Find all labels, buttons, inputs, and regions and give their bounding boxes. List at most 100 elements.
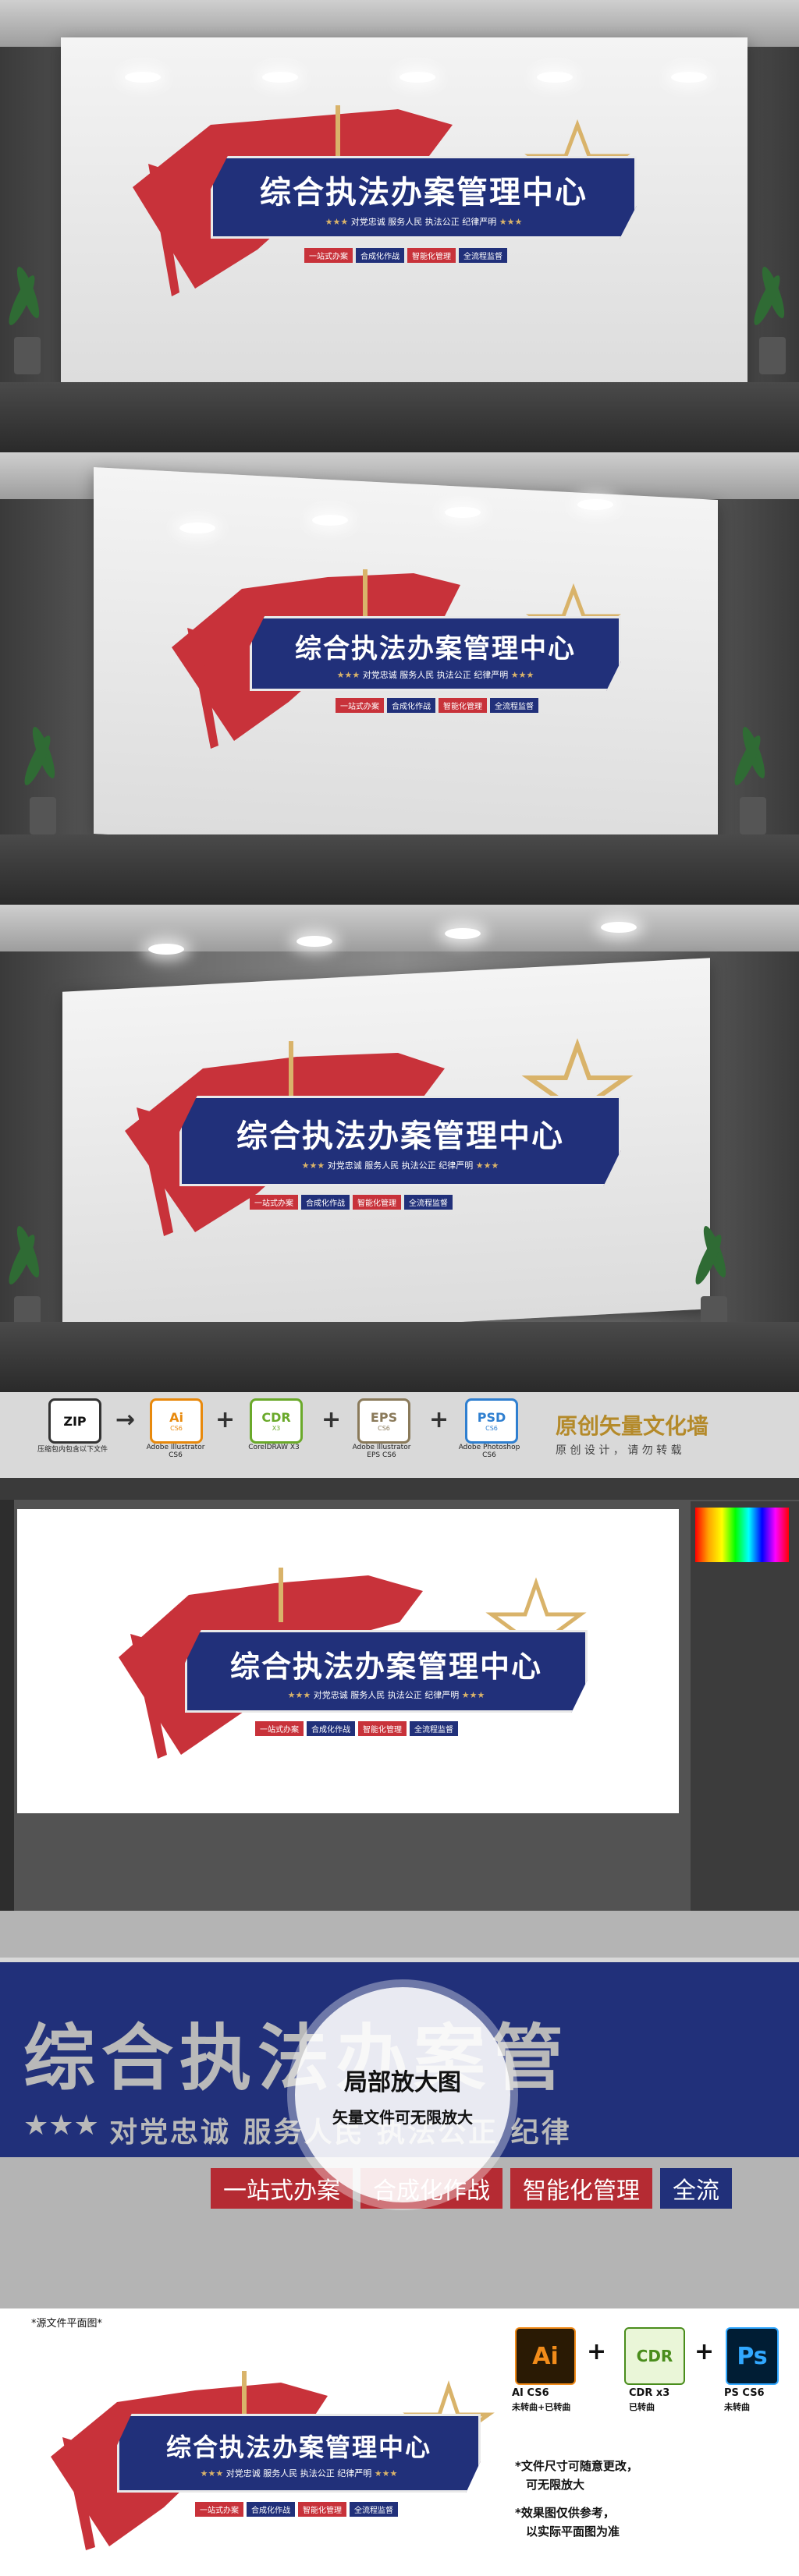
culture-wall-sign: 综合执法办案管理中心 ★★★ 对党忠诚 服务人民 执法公正 纪律严明 ★★★ 一…	[95, 1556, 610, 1766]
tag: 一站式办案	[195, 2502, 243, 2517]
potted-plant	[0, 264, 55, 374]
callout-subtitle: 矢量文件可无限放大	[332, 2107, 473, 2127]
spotlight	[179, 523, 215, 533]
sign-board: 综合执法办案管理中心 ★★★ 对党忠诚 服务人民 执法公正 纪律严明 ★★★	[179, 1096, 621, 1186]
sign-title: 综合执法办案管理中心	[165, 2432, 431, 2462]
ps-icon: Ps	[726, 2327, 779, 2385]
plus-icon: +	[429, 1406, 449, 1433]
tag: 合成化作战	[387, 698, 435, 713]
showroom-scene-1: 综合执法办案管理中心 ★★★ 对党忠诚 服务人民 执法公正 纪律严明 ★★★ 一…	[0, 0, 799, 452]
plus-icon: +	[321, 1406, 342, 1433]
tag: 智能化管理	[407, 248, 456, 263]
brand-title: 原创矢量文化墙	[556, 1413, 709, 1439]
spotlight	[262, 72, 298, 83]
sign-motto: ★★★ 对党忠诚 服务人民 执法公正 纪律严明 ★★★	[301, 1160, 499, 1171]
tag: 全流程监督	[490, 698, 538, 713]
sign-tags: 一站式办案 合成化作战 智能化管理 全流程监督	[195, 2502, 398, 2517]
sign-motto: ★★★ 对党忠诚 服务人民 执法公正 纪律严明 ★★★	[336, 669, 534, 680]
spotlight	[148, 944, 184, 955]
floor	[0, 1322, 799, 1392]
eps-icon: EPS CS6	[357, 1398, 410, 1444]
tag: 全流	[660, 2168, 732, 2209]
tag: 全流程监督	[404, 1195, 453, 1210]
spotlight	[577, 499, 613, 510]
ceiling	[0, 905, 799, 951]
tag: 全流程监督	[350, 2502, 398, 2517]
sign-motto: ★★★ 对党忠诚 服务人民 执法公正 纪律严明 ★★★	[287, 1689, 485, 1700]
tag: 智能化管理	[510, 2168, 652, 2209]
tag: 合成化作战	[301, 1195, 350, 1210]
sign-tags: 一站式办案 合成化作战 智能化管理 全流程监督	[250, 1195, 453, 1210]
psd-caption: Adobe Photoshop CS6	[458, 1444, 520, 1459]
floor	[0, 382, 799, 452]
cdr-caption: CorelDRAW X3	[248, 1444, 300, 1451]
sign-tags: 一站式办案 合成化作战 智能化管理 全流程监督	[255, 1721, 458, 1736]
tag: 智能化管理	[298, 2502, 346, 2517]
menu-bar	[0, 1478, 799, 1500]
cdr-icon: CDR	[624, 2327, 685, 2385]
tag: 合成化作战	[307, 1721, 355, 1736]
sign-board: 综合执法办案管理中心 ★★★ 对党忠诚 服务人民 执法公正 纪律严明 ★★★	[250, 616, 621, 691]
size-note: *文件尺寸可随意更改， 可无限放大	[515, 2459, 638, 2492]
tag: 一站式办案	[336, 698, 384, 713]
plus-icon: +	[587, 2338, 607, 2365]
spotlight	[445, 928, 481, 939]
ai-icon: Ai	[515, 2327, 576, 2385]
culture-wall-sign: 综合执法办案管理中心 ★★★ 对党忠诚 服务人民 执法公正 纪律严明 ★★★ 一…	[31, 2363, 499, 2558]
culture-wall-sign: 综合执法办案管理中心 ★★★ 对党忠诚 服务人民 执法公正 纪律严明 ★★★ 一…	[148, 554, 648, 757]
artboard: 综合执法办案管理中心 ★★★ 对党忠诚 服务人民 执法公正 纪律严明 ★★★ 一…	[17, 1509, 679, 1813]
sign-title: 综合执法办案管理中心	[295, 632, 576, 664]
tag: 智能化管理	[358, 1721, 407, 1736]
spotlight	[400, 72, 435, 83]
sign-motto: ★★★ 对党忠诚 服务人民 执法公正 纪律严明 ★★★	[325, 217, 523, 227]
potted-plant	[745, 264, 799, 374]
spotlight	[125, 72, 161, 83]
tag: 一站式办案	[250, 1195, 298, 1210]
illustrator-editor: 综合执法办案管理中心 ★★★ 对党忠诚 服务人民 执法公正 纪律严明 ★★★ 一…	[0, 1478, 799, 1911]
tag: 智能化管理	[353, 1195, 401, 1210]
ai-icon: Ai CS6	[150, 1398, 203, 1444]
tag: 全流程监督	[459, 248, 507, 263]
potted-plant	[726, 725, 780, 834]
source-file-panel: *源文件平面图* 综合执法办案管理中心 ★★★ 对党忠诚 服务人民 执法公正 纪…	[0, 2308, 799, 2576]
potted-plant	[687, 1224, 741, 1334]
arrow-icon: →	[115, 1406, 136, 1433]
ai-caption: Adobe Illustrator CS6	[146, 1444, 205, 1459]
tag: 合成化作战	[247, 2502, 295, 2517]
spotlight	[297, 936, 332, 947]
culture-wall-sign: 综合执法办案管理中心 ★★★ 对党忠诚 服务人民 执法公正 纪律严明 ★★★ 一…	[101, 94, 663, 304]
swatch-panel	[691, 1501, 799, 1911]
sign-board: 综合执法办案管理中心 ★★★ 对党忠诚 服务人民 执法公正 纪律严明 ★★★	[185, 1630, 588, 1713]
sign-title: 综合执法办案管理中心	[236, 1118, 564, 1154]
potted-plant	[0, 1224, 55, 1334]
zip-caption: 压缩包内包含以下文件	[37, 1446, 108, 1454]
tool-panel	[0, 1500, 14, 1911]
floor	[0, 834, 799, 905]
color-picker[interactable]	[695, 1508, 789, 1562]
ps-caption: PS CS6 未转曲	[724, 2387, 765, 2412]
spotlight	[445, 507, 481, 518]
tag: 智能化管理	[439, 698, 487, 713]
brand-subtitle: 原 创 设 计 ， 请 勿 转 载	[556, 1444, 682, 1457]
tag: 一站式办案	[304, 248, 353, 263]
sign-tags: 一站式办案 合成化作战 智能化管理 全流程监督	[336, 698, 538, 713]
potted-plant	[16, 725, 70, 834]
tag: 全流程监督	[410, 1721, 458, 1736]
callout-title: 局部放大图	[344, 2068, 461, 2096]
cdr-caption: CDR x3 已转曲	[629, 2387, 670, 2412]
spotlight	[537, 72, 573, 83]
sign-title: 综合执法办案管理中心	[229, 1649, 542, 1684]
culture-wall-sign: 综合执法办案管理中心 ★★★ 对党忠诚 服务人民 执法公正 纪律严明 ★★★ 一…	[101, 1014, 663, 1248]
tag: 一站式办案	[255, 1721, 304, 1736]
spotlight	[671, 72, 707, 83]
tag: 合成化作战	[356, 248, 404, 263]
zoom-callout-circle: 局部放大图 矢量文件可无限放大	[295, 1987, 510, 2202]
source-label: *源文件平面图*	[31, 2318, 103, 2330]
sign-motto: ★★★ 对党忠诚 服务人民 执法公正 纪律严明 ★★★	[200, 2468, 398, 2479]
showroom-scene-2: 综合执法办案管理中心 ★★★ 对党忠诚 服务人民 执法公正 纪律严明 ★★★ 一…	[0, 452, 799, 905]
zoomed-stars: ★★★	[23, 2110, 99, 2142]
spotlight	[601, 922, 637, 933]
zip-icon: ZIP	[48, 1398, 101, 1444]
spotlight	[312, 515, 348, 526]
sign-title: 综合执法办案管理中心	[260, 175, 588, 211]
